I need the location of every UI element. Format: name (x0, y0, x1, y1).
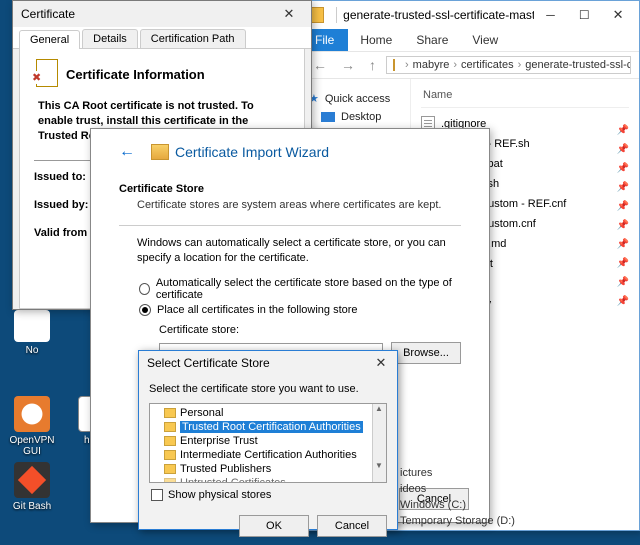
tree-item-selected[interactable]: Trusted Root Certification Authorities (150, 420, 386, 434)
tab-certpath[interactable]: Certification Path (140, 29, 246, 48)
store-tree[interactable]: Personal Trusted Root Certification Auth… (149, 403, 387, 483)
nav-pictures[interactable]: ictures (400, 465, 515, 481)
nav-back[interactable]: ← (309, 57, 331, 73)
close-button[interactable]: ✕ (271, 3, 307, 25)
cancel-button[interactable]: Cancel (317, 515, 387, 537)
nav-forward[interactable]: → (337, 57, 359, 73)
breadcrumb-seg[interactable]: certificates (461, 59, 514, 71)
nav-desktop[interactable]: Desktop (307, 108, 404, 126)
close-button[interactable]: ✕ (369, 352, 393, 374)
desktop-label: OpenVPN GUI (2, 435, 62, 457)
nav-up[interactable]: ↑ (365, 57, 380, 73)
tab-details[interactable]: Details (82, 29, 138, 48)
folder-icon (393, 59, 395, 71)
column-name[interactable]: Name (421, 87, 629, 108)
radio-auto-select[interactable]: Automatically select the certificate sto… (139, 277, 461, 301)
select-store-titlebar[interactable]: Select Certificate Store ✕ (139, 351, 397, 375)
explorer-nav-extra: ictures ideos Windows (C:) Temporary Sto… (400, 465, 515, 529)
dialog-title: Select Certificate Store (147, 356, 270, 370)
wizard-paragraph: Windows can automatically select a certi… (137, 236, 461, 267)
certificate-icon (151, 144, 169, 160)
desktop-icon-openvpn[interactable]: OpenVPN GUI (2, 396, 62, 457)
ok-button[interactable]: OK (239, 515, 309, 537)
certificate-warning-icon (34, 59, 60, 89)
desktop-label: No (2, 345, 62, 356)
wizard-section-desc: Certificate stores are system areas wher… (137, 199, 461, 211)
desktop-icon-gitbash[interactable]: Git Bash (2, 462, 62, 512)
issued-to-label: Issued to: (34, 171, 86, 183)
breadcrumb-seg[interactable]: generate-trusted-ssl-certificate-master (525, 59, 631, 71)
ribbon-view[interactable]: View (460, 29, 510, 51)
issued-by-label: Issued by: (34, 199, 88, 211)
show-physical-checkbox[interactable]: Show physical stores (151, 489, 387, 501)
address-bar[interactable]: › mabyre› certificates› generate-trusted… (386, 56, 631, 74)
tree-item[interactable]: Untrusted Certificates (150, 476, 386, 483)
certificate-titlebar[interactable]: Certificate ✕ (13, 1, 311, 27)
browse-button[interactable]: Browse... (391, 342, 461, 364)
radio-place-store[interactable]: Place all certificates in the following … (139, 304, 461, 316)
nav-quick-access[interactable]: ★Quick access (307, 89, 404, 108)
tree-item[interactable]: Personal (150, 406, 386, 420)
wizard-back-button[interactable]: ← (119, 143, 135, 161)
breadcrumb-seg[interactable]: mabyre (413, 59, 450, 71)
valid-from-label: Valid from (34, 227, 87, 239)
dialog-prompt: Select the certificate store you want to… (149, 383, 387, 395)
window-title: generate-trusted-ssl-certificate-master (343, 8, 533, 22)
window-title: Certificate (21, 7, 75, 21)
tab-general[interactable]: General (19, 30, 80, 49)
tree-item[interactable]: Enterprise Trust (150, 434, 386, 448)
tree-item[interactable]: Trusted Publishers (150, 462, 386, 476)
minimize-button[interactable]: ─ (534, 4, 568, 26)
cert-info-title: Certificate Information (66, 67, 205, 82)
nav-drive-d[interactable]: Temporary Storage (D:) (400, 513, 515, 529)
store-label: Certificate store: (159, 324, 461, 336)
select-cert-store-dialog: Select Certificate Store ✕ Select the ce… (138, 350, 398, 530)
scrollbar[interactable] (372, 404, 386, 482)
pin-column: 📌📌📌📌📌📌📌📌📌📌 (617, 125, 629, 307)
desktop-label: Git Bash (2, 501, 62, 512)
ribbon-share[interactable]: Share (404, 29, 460, 51)
wizard-section-title: Certificate Store (119, 183, 461, 195)
nav-videos[interactable]: ideos (400, 481, 515, 497)
tree-item[interactable]: Intermediate Certification Authorities (150, 448, 386, 462)
explorer-titlebar[interactable]: generate-trusted-ssl-certificate-master … (301, 1, 639, 29)
ribbon-home[interactable]: Home (348, 29, 404, 51)
nav-drive-c[interactable]: Windows (C:) (400, 497, 515, 513)
close-button[interactable]: ✕ (601, 4, 635, 26)
wizard-title: Certificate Import Wizard (175, 144, 329, 160)
maximize-button[interactable]: ☐ (567, 4, 601, 26)
